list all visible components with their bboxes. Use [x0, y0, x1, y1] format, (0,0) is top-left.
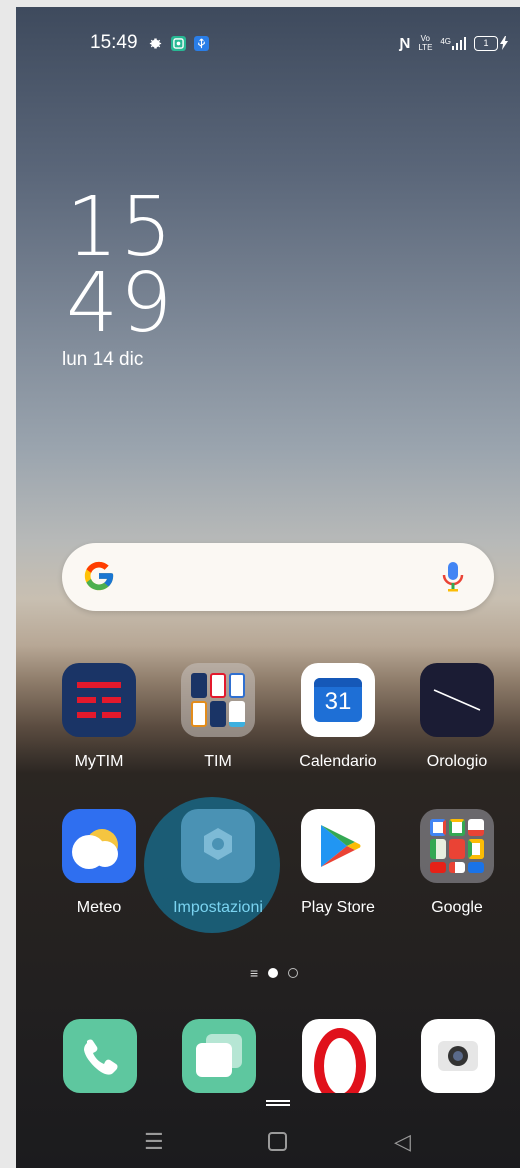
battery-icon: 1 — [474, 35, 508, 51]
app-impostazioni[interactable]: Impostazioni — [163, 809, 273, 917]
microphone-icon[interactable] — [442, 561, 464, 598]
nfc-icon: Ɲ — [399, 34, 411, 52]
app-label: Play Store — [301, 899, 375, 916]
folder-google[interactable]: Google — [402, 809, 512, 917]
messages-icon[interactable] — [182, 1019, 256, 1093]
app-meteo[interactable]: Meteo — [44, 809, 154, 917]
calendar-day: 31 — [324, 688, 352, 715]
settings-icon — [181, 809, 255, 883]
phone-icon[interactable] — [63, 1019, 137, 1093]
app-label: TIM — [204, 753, 232, 770]
app-drawer-lines-icon[interactable]: ≡ — [250, 965, 258, 981]
usb-icon — [194, 35, 209, 51]
google-logo-icon — [82, 559, 116, 598]
app-mytim[interactable]: MyTIM — [44, 663, 154, 771]
home-square-icon — [268, 1132, 287, 1151]
page-dot[interactable] — [288, 968, 299, 978]
app-label: Google — [431, 899, 483, 916]
home-screen: 15:49 Ɲ Vo LTE 4G 1 15 49 lun 14 dic MyT… — [16, 7, 520, 1168]
app-orologio[interactable]: Orologio — [402, 663, 512, 771]
status-time: 15:49 — [90, 32, 138, 53]
app-label: Calendario — [299, 753, 377, 770]
clock-minute[interactable]: 49 — [66, 263, 174, 345]
google-search-bar[interactable] — [62, 543, 494, 611]
app-label: Impostazioni — [173, 899, 263, 916]
app-play-store[interactable]: Play Store — [283, 809, 393, 917]
google-folder-icon — [420, 809, 494, 883]
back-nav-button[interactable]: ◁ — [394, 1129, 411, 1155]
mytim-icon — [62, 663, 136, 737]
page-dot-active[interactable] — [268, 968, 279, 978]
home-nav-button[interactable] — [268, 1131, 287, 1157]
folder-tim[interactable]: TIM — [163, 663, 273, 771]
tim-folder-icon — [181, 663, 255, 737]
signal-4g-icon: 4G — [440, 36, 466, 50]
clock-date[interactable]: lun 14 dic — [62, 349, 143, 371]
page-indicator[interactable]: ≡ — [250, 965, 299, 981]
drag-handle[interactable] — [266, 1100, 290, 1106]
play-store-icon — [301, 809, 375, 883]
menu-nav-button[interactable]: ☰ — [144, 1129, 164, 1155]
app-label: Meteo — [76, 899, 122, 916]
opera-icon[interactable] — [302, 1019, 376, 1093]
status-left-icons — [148, 31, 209, 55]
camera-icon[interactable] — [421, 1019, 495, 1093]
volte-icon: Vo LTE — [418, 34, 433, 52]
status-right-icons: Ɲ Vo LTE 4G 1 — [399, 31, 508, 55]
app-label: Orologio — [426, 753, 488, 770]
screen-record-icon — [171, 35, 186, 51]
gear-icon — [148, 36, 163, 51]
app-label: MyTIM — [74, 753, 124, 770]
clock-icon — [420, 663, 494, 737]
app-calendario[interactable]: 31 Calendario — [283, 663, 393, 771]
calendar-icon: 31 — [301, 663, 375, 737]
weather-icon — [62, 809, 136, 883]
